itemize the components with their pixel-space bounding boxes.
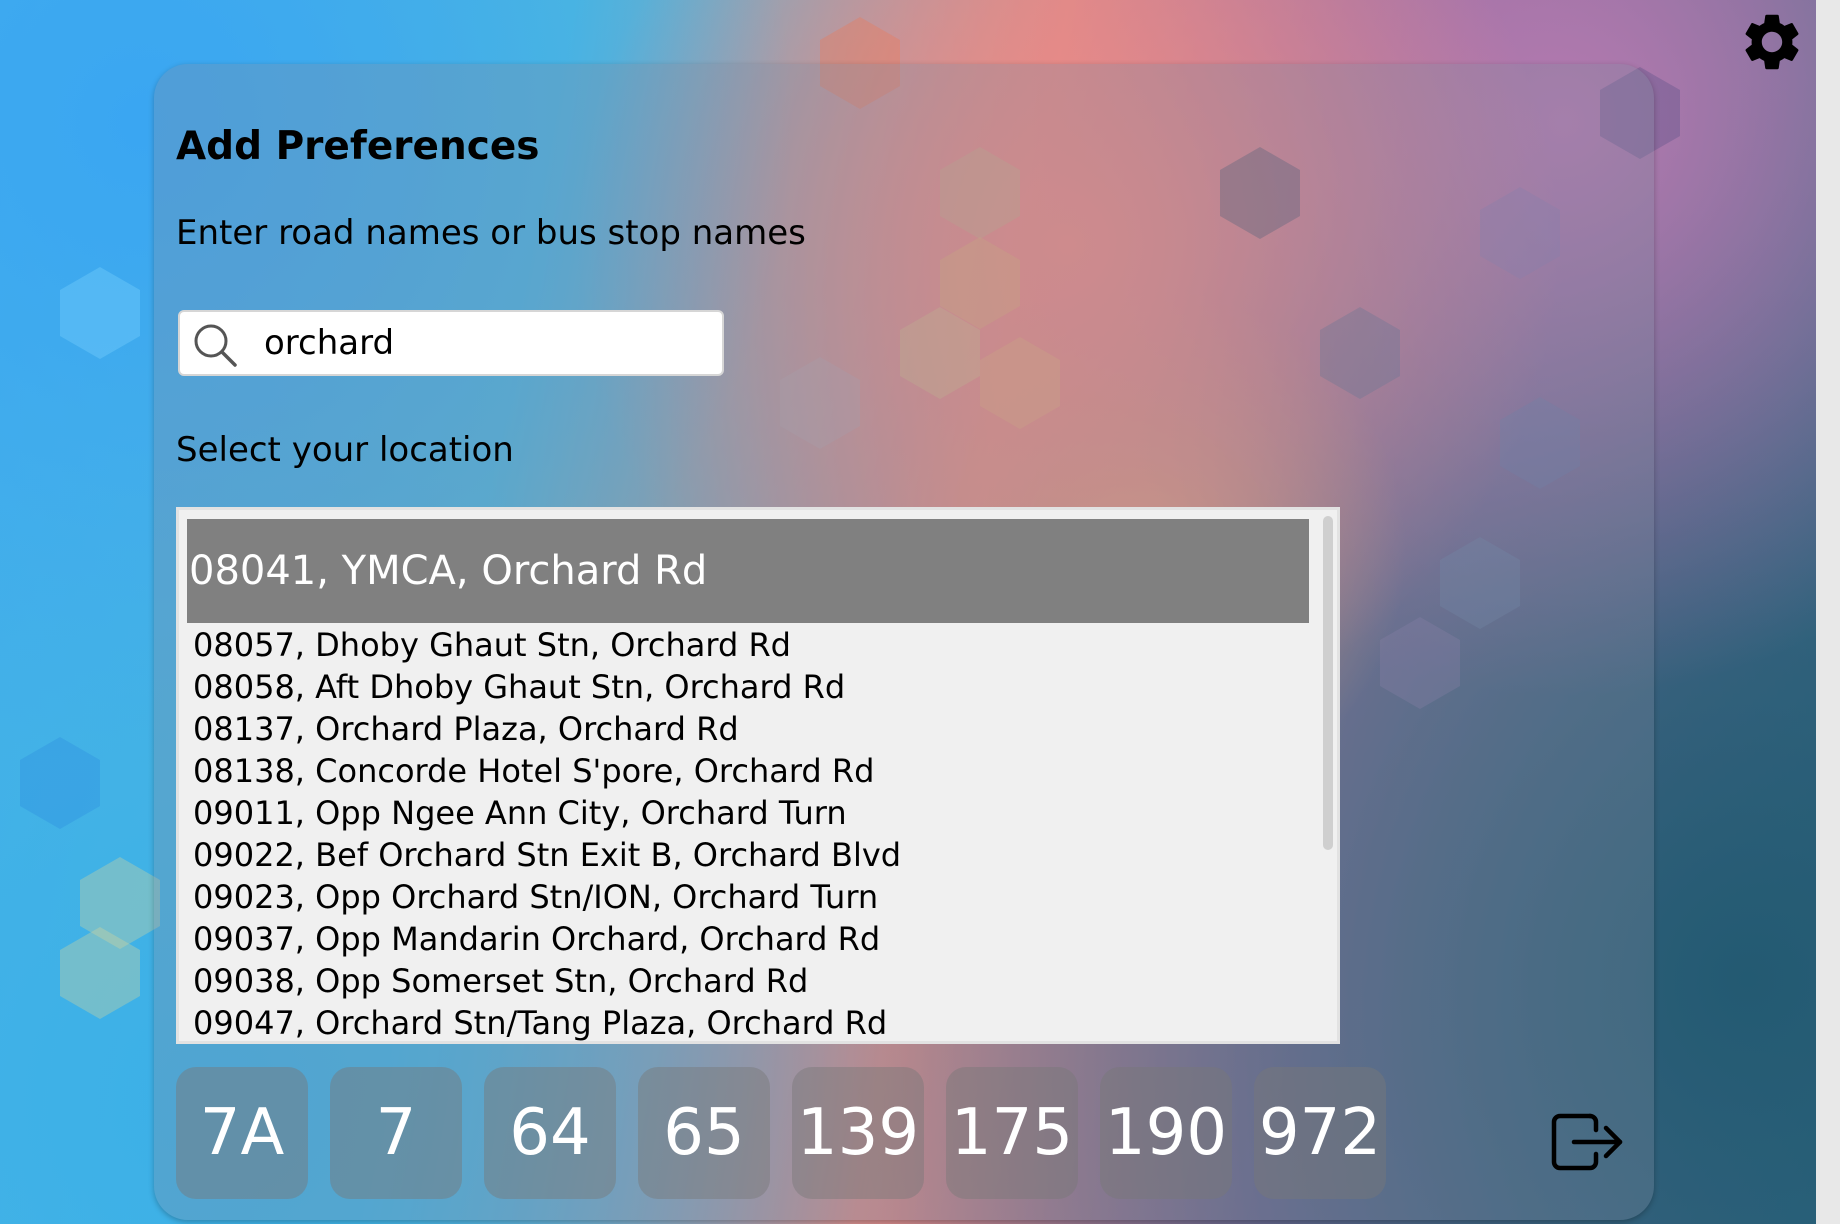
route-button-7[interactable]: 7 xyxy=(330,1067,462,1199)
route-button-139[interactable]: 139 xyxy=(792,1067,924,1199)
search-input[interactable] xyxy=(264,318,704,368)
list-item[interactable]: 09022, Bef Orchard Stn Exit B, Orchard B… xyxy=(193,834,901,876)
page-scrollbar[interactable] xyxy=(1816,0,1840,1224)
location-label: Select your location xyxy=(176,430,514,470)
route-button-972[interactable]: 972 xyxy=(1254,1067,1386,1199)
route-button-65[interactable]: 65 xyxy=(638,1067,770,1199)
search-label: Enter road names or bus stop names xyxy=(176,213,806,253)
list-item[interactable]: 08057, Dhoby Ghaut Stn, Orchard Rd xyxy=(193,624,901,666)
bus-route-list: 7A 7 64 65 139 175 190 972 xyxy=(176,1067,1386,1199)
list-item[interactable]: 08058, Aft Dhoby Ghaut Stn, Orchard Rd xyxy=(193,666,901,708)
list-item[interactable]: 08138, Concorde Hotel S'pore, Orchard Rd xyxy=(193,750,901,792)
page-title: Add Preferences xyxy=(176,124,540,169)
list-item[interactable]: 09038, Opp Somerset Stn, Orchard Rd xyxy=(193,960,901,1002)
list-item[interactable]: 09011, Opp Ngee Ann City, Orchard Turn xyxy=(193,792,901,834)
list-item[interactable]: 09037, Opp Mandarin Orchard, Orchard Rd xyxy=(193,918,901,960)
list-item[interactable]: 08137, Orchard Plaza, Orchard Rd xyxy=(193,708,901,750)
search-icon xyxy=(194,324,237,367)
gear-icon[interactable] xyxy=(1738,8,1806,76)
list-item[interactable]: 09047, Orchard Stn/Tang Plaza, Orchard R… xyxy=(193,1002,901,1041)
search-box[interactable] xyxy=(178,310,724,376)
route-button-7a[interactable]: 7A xyxy=(176,1067,308,1199)
list-item-selected[interactable]: 08041, YMCA, Orchard Rd xyxy=(187,519,1309,623)
listbox-scrollbar[interactable] xyxy=(1323,516,1333,850)
list-item[interactable]: 09023, Opp Orchard Stn/ION, Orchard Turn xyxy=(193,876,901,918)
route-button-64[interactable]: 64 xyxy=(484,1067,616,1199)
logout-icon[interactable] xyxy=(1550,1110,1626,1174)
route-button-175[interactable]: 175 xyxy=(946,1067,1078,1199)
location-list: 08057, Dhoby Ghaut Stn, Orchard Rd 08058… xyxy=(193,624,901,1041)
route-button-190[interactable]: 190 xyxy=(1100,1067,1232,1199)
location-listbox[interactable]: 08041, YMCA, Orchard Rd 08057, Dhoby Gha… xyxy=(176,507,1340,1044)
